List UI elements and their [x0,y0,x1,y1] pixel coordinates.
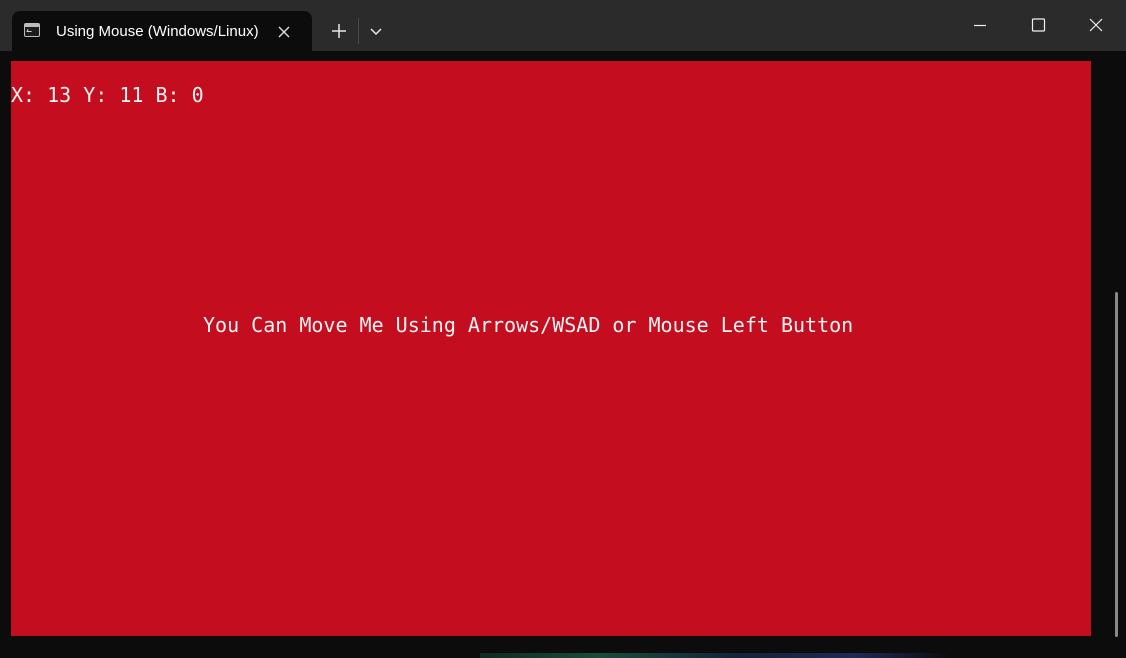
plus-icon[interactable] [322,11,356,51]
chevron-down-icon[interactable] [362,11,390,51]
title-bar[interactable]: Using Mouse (Windows/Linux) [0,0,1126,51]
console-screen[interactable]: X: 13 Y: 11 B: 0 You Can Move Me Using A… [11,61,1091,636]
tab-active[interactable]: Using Mouse (Windows/Linux) [12,11,312,51]
tab-title: Using Mouse (Windows/Linux) [56,23,259,40]
terminal-area[interactable]: X: 13 Y: 11 B: 0 You Can Move Me Using A… [0,51,1126,658]
scrollbar[interactable] [1111,57,1123,637]
scrollbar-thumb[interactable] [1115,292,1118,637]
terminal-icon [24,23,40,37]
desktop-background [480,653,950,658]
terminal-window: Using Mouse (Windows/Linux) X: 13 Y: 11 … [0,0,1126,658]
close-icon[interactable] [274,22,294,42]
close-icon[interactable] [1067,0,1125,51]
maximize-icon[interactable] [1009,0,1067,51]
movable-message[interactable]: You Can Move Me Using Arrows/WSAD or Mou… [203,313,853,337]
minimize-icon[interactable] [951,0,1009,51]
mouse-status-line: X: 13 Y: 11 B: 0 [11,83,204,107]
tab-separator [358,18,359,44]
